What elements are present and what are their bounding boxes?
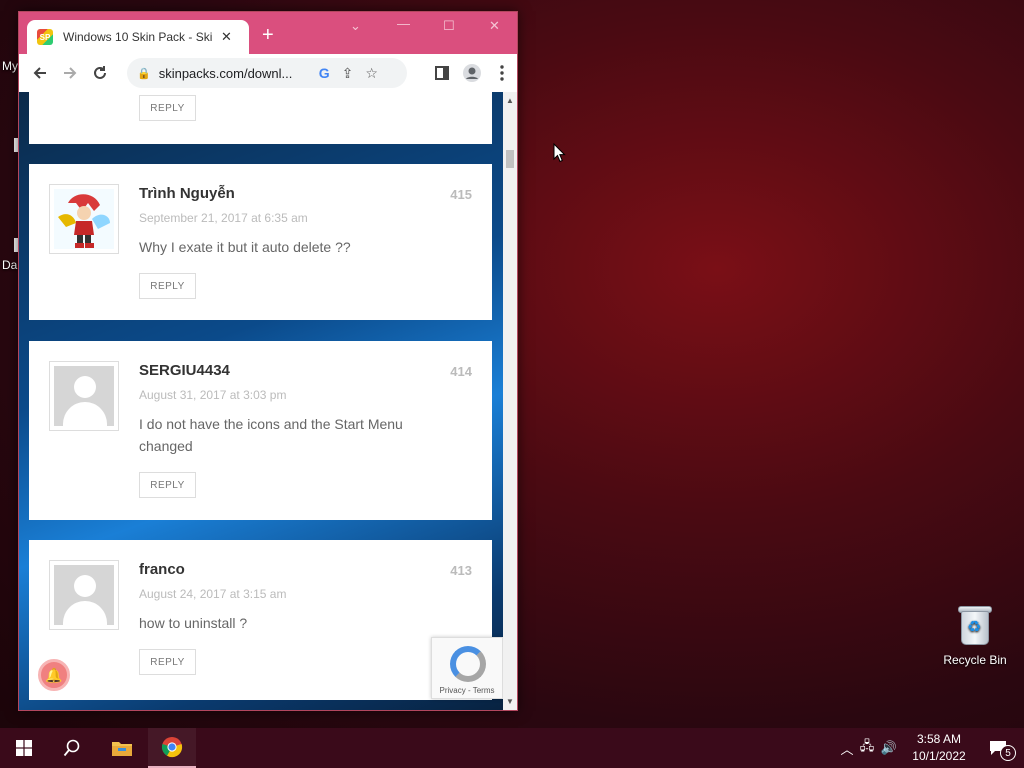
- recaptcha-logo-icon: [450, 646, 486, 682]
- comment-date[interactable]: September 21, 2017 at 6:35 am: [139, 211, 308, 225]
- default-avatar-icon: [54, 366, 114, 426]
- reply-button[interactable]: REPLY: [139, 95, 196, 121]
- clock-date: 10/1/2022: [912, 749, 966, 763]
- browser-window: SP Windows 10 Skin Pack - Skin Pack ✕ + …: [18, 11, 518, 711]
- reload-button[interactable]: [85, 58, 115, 88]
- bookmark-star-icon[interactable]: ☆: [365, 65, 378, 82]
- action-center-button[interactable]: 5: [978, 728, 1018, 768]
- recaptcha-privacy-terms[interactable]: Privacy - Terms: [432, 686, 502, 695]
- comment-card: SERGIU4434 414 August 31, 2017 at 3:03 p…: [29, 341, 492, 520]
- clock-time: 3:58 AM: [916, 732, 962, 746]
- taskbar-clock[interactable]: 3:58 AM 10/1/2022: [905, 731, 973, 765]
- comment-avatar[interactable]: [49, 361, 119, 431]
- comment-text: how to uninstall ?: [139, 615, 248, 631]
- side-panel-icon: [435, 66, 449, 80]
- desktop-icon-label-my[interactable]: My: [2, 59, 18, 73]
- comment-card: Trình Nguyễn 415 September 21, 2017 at 6…: [29, 164, 492, 320]
- profile-button[interactable]: [457, 58, 487, 88]
- comment-number[interactable]: 414: [450, 364, 472, 379]
- scrollbar-thumb[interactable]: [506, 150, 514, 168]
- profile-avatar-icon: [463, 64, 481, 82]
- desktop-icon-label-da[interactable]: Da: [2, 258, 17, 272]
- scroll-down-arrow-icon[interactable]: ▼: [506, 697, 514, 706]
- chrome-taskbar-button[interactable]: [148, 728, 196, 768]
- reply-button[interactable]: REPLY: [139, 273, 196, 299]
- address-bar-url[interactable]: skinpacks.com/downl...: [159, 66, 307, 81]
- reply-button[interactable]: REPLY: [139, 649, 196, 675]
- chrome-icon: [161, 737, 183, 758]
- recycle-bin-label: Recycle Bin: [943, 653, 1007, 667]
- browser-toolbar: 🔒 skinpacks.com/downl... G ⇪ ☆: [19, 54, 517, 92]
- tab-close-icon[interactable]: ✕: [221, 29, 232, 45]
- browser-titlebar[interactable]: SP Windows 10 Skin Pack - Skin Pack ✕ + …: [19, 12, 517, 54]
- page-scrollbar[interactable]: ▲ ▼: [503, 92, 517, 710]
- recaptcha-badge[interactable]: Privacy - Terms: [431, 637, 503, 699]
- comment-number[interactable]: 413: [450, 563, 472, 578]
- comment-date[interactable]: August 31, 2017 at 3:03 pm: [139, 388, 286, 402]
- google-lens-icon[interactable]: G: [319, 65, 330, 81]
- comment-date[interactable]: August 24, 2017 at 3:15 am: [139, 587, 286, 601]
- comment-number[interactable]: 415: [450, 187, 472, 202]
- notification-count-badge: 5: [1000, 745, 1016, 761]
- comment-avatar[interactable]: [49, 184, 119, 254]
- bell-icon: 🔔: [45, 666, 63, 683]
- anime-avatar-icon: [54, 189, 114, 249]
- file-explorer-taskbar-button[interactable]: [98, 728, 146, 768]
- search-button[interactable]: [48, 728, 96, 768]
- share-icon[interactable]: ⇪: [342, 65, 354, 82]
- minimize-button[interactable]: —: [397, 16, 410, 31]
- search-icon: [63, 739, 80, 757]
- tab-search-chevron-icon[interactable]: ⌄: [350, 18, 361, 34]
- comment-card: REPLY: [29, 92, 492, 144]
- reply-button[interactable]: REPLY: [139, 472, 196, 498]
- tab-title: Windows 10 Skin Pack - Skin Pack: [63, 30, 213, 44]
- page-viewport[interactable]: REPLY Trình Nguyễn 415 September 21, 201…: [19, 92, 505, 710]
- show-hidden-icons-chevron-icon[interactable]: ︿: [838, 739, 856, 758]
- side-panel-button[interactable]: [427, 58, 457, 88]
- back-arrow-icon: [33, 67, 46, 79]
- recycle-bin-desktop-icon[interactable]: ♻ Recycle Bin: [940, 603, 1010, 667]
- taskbar: ︿ 🖧 🔊 3:58 AM 10/1/2022 5: [0, 728, 1024, 768]
- browser-tab[interactable]: SP Windows 10 Skin Pack - Skin Pack ✕: [27, 20, 249, 54]
- comment-author: franco: [139, 561, 185, 578]
- comment-text: Why I exate it but it auto delete ??: [139, 239, 351, 255]
- default-avatar-icon: [54, 565, 114, 625]
- windows-logo-icon: [16, 740, 32, 756]
- more-vert-icon: [500, 65, 504, 81]
- site-favicon-icon: SP: [37, 29, 53, 45]
- volume-icon[interactable]: 🔊: [878, 740, 900, 756]
- recycle-bin-icon: ♻: [956, 603, 994, 647]
- comment-text: I do not have the icons and the Start Me…: [139, 416, 403, 454]
- scroll-up-arrow-icon[interactable]: ▲: [506, 96, 514, 105]
- forward-button[interactable]: [55, 58, 85, 88]
- mouse-cursor-icon: [553, 143, 566, 163]
- comment-author: SERGIU4434: [139, 362, 230, 379]
- comment-card: franco 413 August 24, 2017 at 3:15 am ho…: [29, 540, 492, 700]
- system-tray: ︿ 🖧 🔊: [838, 728, 900, 768]
- comment-author: Trình Nguyễn: [139, 185, 235, 202]
- close-window-button[interactable]: ✕: [489, 18, 500, 34]
- browser-menu-button[interactable]: [487, 58, 517, 88]
- folder-icon: [112, 742, 132, 756]
- maximize-button[interactable]: ☐: [443, 18, 455, 34]
- lock-icon: 🔒: [137, 67, 151, 80]
- back-button[interactable]: [25, 58, 55, 88]
- comment-avatar[interactable]: [49, 560, 119, 630]
- reload-icon: [94, 66, 106, 79]
- address-bar[interactable]: 🔒 skinpacks.com/downl... G ⇪ ☆: [127, 58, 407, 88]
- start-button[interactable]: [0, 728, 48, 768]
- new-tab-button[interactable]: +: [262, 25, 274, 45]
- network-icon[interactable]: 🖧: [856, 737, 878, 759]
- forward-arrow-icon: [64, 67, 77, 79]
- notification-bell-button[interactable]: 🔔: [38, 659, 70, 691]
